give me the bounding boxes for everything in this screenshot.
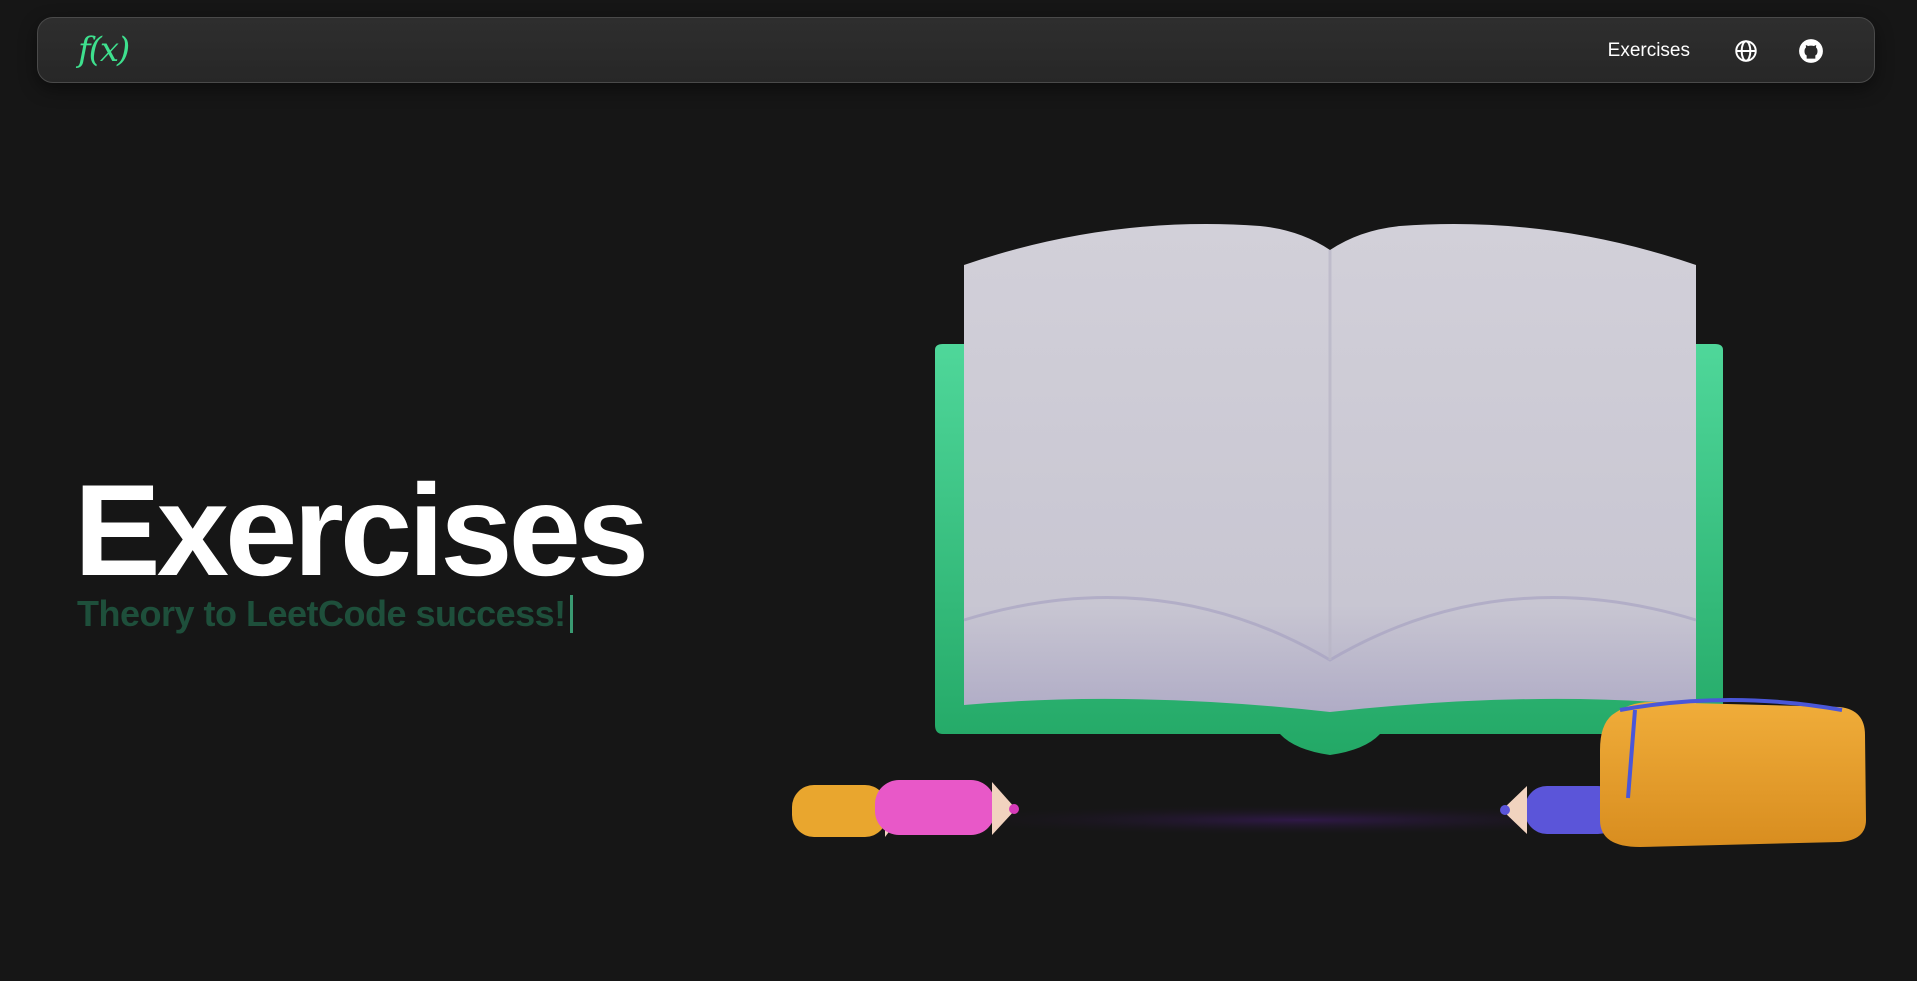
typing-caret (569, 595, 573, 633)
hero-title: Exercises (74, 457, 649, 603)
logo[interactable]: f(x) (78, 30, 130, 70)
top-navbar: f(x) Exercises (37, 17, 1875, 83)
pink-pencil (875, 780, 1019, 835)
pencil-case (1600, 698, 1866, 847)
nav-link-exercises[interactable]: Exercises (1608, 40, 1690, 62)
github-icon[interactable] (1798, 38, 1824, 64)
books-illustration (792, 224, 1866, 847)
open-book (935, 224, 1723, 755)
globe-icon[interactable] (1733, 38, 1759, 64)
hero-subtitle: Theory to LeetCode success! (77, 593, 566, 634)
hero-subtitle-line: Theory to LeetCode success! (77, 592, 573, 636)
